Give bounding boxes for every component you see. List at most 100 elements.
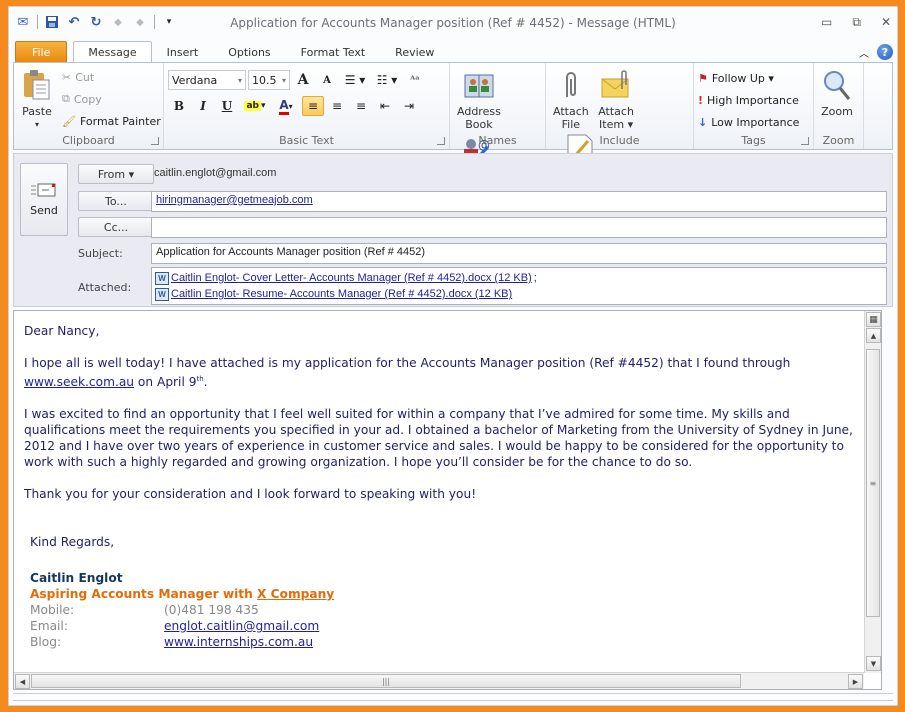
vertical-scroll-thumb[interactable]: ≡ (866, 349, 880, 617)
to-button[interactable]: To... (78, 191, 154, 211)
cut-button[interactable]: ✂ Cut (62, 66, 161, 88)
tab-insert[interactable]: Insert (152, 41, 214, 63)
font-color-button[interactable]: A ▾ (272, 96, 300, 116)
signature-block: Kind Regards, Caitlin Englot Aspiring Ac… (24, 534, 854, 650)
align-left-button[interactable]: ≡ (302, 96, 324, 116)
decrease-indent-button[interactable]: ⇤ (374, 96, 396, 116)
font-size-dropdown[interactable]: 10.5 ▾ (248, 70, 290, 90)
attachment-item[interactable]: W Caitlin Englot- Resume- Accounts Manage… (155, 286, 883, 302)
underline-button[interactable]: U (216, 96, 238, 116)
outlook-message-window: ✉ ↶ ↻ ◆ ◆ ▾ Application for Accounts Man… (8, 6, 898, 706)
tab-options[interactable]: Options (213, 41, 285, 63)
attach-file-label-2: File (561, 118, 581, 131)
scroll-left-button[interactable]: ◀ (15, 674, 30, 689)
address-book-button[interactable]: Address Book (454, 67, 504, 131)
tab-message[interactable]: Message (73, 41, 152, 63)
zoom-group: Zoom Zoom (814, 63, 864, 149)
shrink-font-button[interactable]: A (316, 70, 338, 90)
restore-button[interactable]: ⧉ (852, 15, 861, 30)
highlight-button[interactable]: ab ▾ (240, 96, 270, 116)
bold-button[interactable]: B (168, 96, 190, 116)
low-importance-icon: ↓ (698, 115, 708, 129)
dialog-launcher-icon[interactable] (437, 137, 445, 145)
ruler-toggle-icon[interactable]: ▦ (866, 312, 881, 327)
attach-item-label-1: Attach (598, 105, 634, 118)
horizontal-scroll-thumb[interactable]: ||| (31, 674, 741, 688)
help-icon[interactable]: ? (877, 44, 893, 60)
copy-button[interactable]: ⧉ Copy (62, 88, 161, 110)
seek-link[interactable]: www.seek.com.au (24, 375, 134, 389)
high-importance-button[interactable]: ! High Importance (698, 89, 809, 111)
zoom-label: Zoom (821, 105, 853, 118)
vertical-scrollbar[interactable]: ▦ ▲ ≡ ▼ (864, 311, 881, 673)
attachments-field: W Caitlin Englot- Cover Letter- Accounts … (151, 267, 887, 305)
scroll-up-button[interactable]: ▲ (866, 328, 881, 343)
email-link[interactable]: englot.caitlin@gmail.com (164, 618, 319, 634)
zoom-button[interactable]: Zoom (818, 67, 856, 118)
grow-font-button[interactable]: A (292, 70, 314, 90)
paste-icon (21, 69, 53, 101)
mobile-label: Mobile: (30, 603, 75, 618)
minimize-button[interactable]: ▭ (821, 15, 832, 30)
bullets-button[interactable]: ☰ ▾ (340, 70, 370, 90)
font-name-dropdown[interactable]: Verdana ▾ (168, 70, 246, 90)
company-link[interactable]: X Company (257, 587, 334, 601)
attachment-name[interactable]: Caitlin Englot- Cover Letter- Accounts M… (171, 272, 532, 284)
increase-indent-button[interactable]: ⇥ (398, 96, 420, 116)
from-button[interactable]: From ▾ (78, 164, 154, 184)
undo-icon[interactable]: ↶ (66, 14, 82, 30)
attachment-item[interactable]: W Caitlin Englot- Cover Letter- Accounts … (155, 270, 883, 286)
save-icon[interactable] (44, 14, 60, 30)
scroll-down-button[interactable]: ▼ (866, 656, 881, 671)
cc-button[interactable]: Cc... (78, 217, 154, 237)
attach-item-label-2: Item ▾ (599, 118, 634, 131)
basic-text-group: Verdana ▾ 10.5 ▾ A A ☰ ▾ ☷ ▾ ᴬᵃ B I U ab ▾ … (164, 63, 450, 149)
dialog-launcher-icon[interactable] (801, 137, 809, 145)
quick-access-toolbar: ✉ ↶ ↻ ◆ ◆ ▾ (9, 14, 177, 30)
to-recipient[interactable]: hiringmanager@getmeajob.com (156, 194, 313, 206)
clipboard-group-label: Clipboard (62, 134, 115, 147)
subject-field[interactable]: Application for Accounts Manager positio… (151, 243, 887, 264)
high-importance-icon: ! (698, 93, 704, 107)
signature-mobile-row: Mobile: (0)481 198 435 (30, 602, 854, 618)
send-button[interactable]: Send (20, 163, 68, 236)
attachment-name[interactable]: Caitlin Englot- Resume- Accounts Manager… (171, 288, 512, 300)
signature-title-text: Aspiring Accounts Manager with (30, 587, 258, 602)
outlook-icon[interactable]: ✉ (15, 14, 31, 30)
message-body-editor[interactable]: Dear Nancy, I hope all is well today! I … (13, 310, 882, 690)
tab-format-text[interactable]: Format Text (286, 41, 381, 63)
numbering-button[interactable]: ☷ ▾ (372, 70, 402, 90)
flag-icon: ⚑ (698, 71, 708, 85)
low-importance-button[interactable]: ↓ Low Importance (698, 111, 809, 133)
previous-icon[interactable]: ◆ (110, 14, 126, 30)
message-body[interactable]: Dear Nancy, I hope all is well today! I … (14, 311, 864, 673)
next-icon[interactable]: ◆ (132, 14, 148, 30)
format-painter-button[interactable]: 🖌 Format Painter (62, 110, 161, 132)
word-document-icon: W (155, 287, 169, 301)
follow-up-button[interactable]: ⚑ Follow Up ▾ (698, 67, 809, 89)
blog-link[interactable]: www.internships.com.au (164, 634, 313, 650)
align-right-button[interactable]: ≡ (350, 96, 372, 116)
scroll-right-button[interactable]: ▶ (848, 674, 863, 689)
copy-label: Copy (73, 92, 102, 106)
cc-field[interactable] (151, 217, 887, 238)
tab-review[interactable]: Review (380, 41, 449, 63)
send-envelope-icon (31, 183, 57, 200)
close-button[interactable]: ✕ (881, 15, 891, 30)
minimize-ribbon-icon[interactable]: ︿ (859, 45, 869, 60)
customize-qat-icon[interactable]: ▾ (161, 14, 177, 30)
redo-icon[interactable]: ↻ (88, 14, 104, 30)
attach-file-label-1: Attach (553, 105, 589, 118)
dialog-launcher-icon[interactable] (151, 137, 159, 145)
align-center-button[interactable]: ≡ (326, 96, 348, 116)
to-field[interactable]: hiringmanager@getmeajob.com (151, 191, 887, 212)
font-name-value: Verdana (172, 73, 218, 87)
attach-file-button[interactable]: Attach File (550, 67, 592, 131)
paste-button[interactable]: Paste ▾ (18, 67, 56, 131)
paperclip-icon (555, 69, 587, 101)
attach-item-button[interactable]: Attach Item ▾ (595, 67, 637, 131)
italic-button[interactable]: I (192, 96, 214, 116)
horizontal-scrollbar[interactable]: ◀ ||| ▶ (14, 672, 864, 689)
styles-icon[interactable]: ᴬᵃ (404, 70, 426, 90)
tab-file[interactable]: File (15, 41, 68, 63)
